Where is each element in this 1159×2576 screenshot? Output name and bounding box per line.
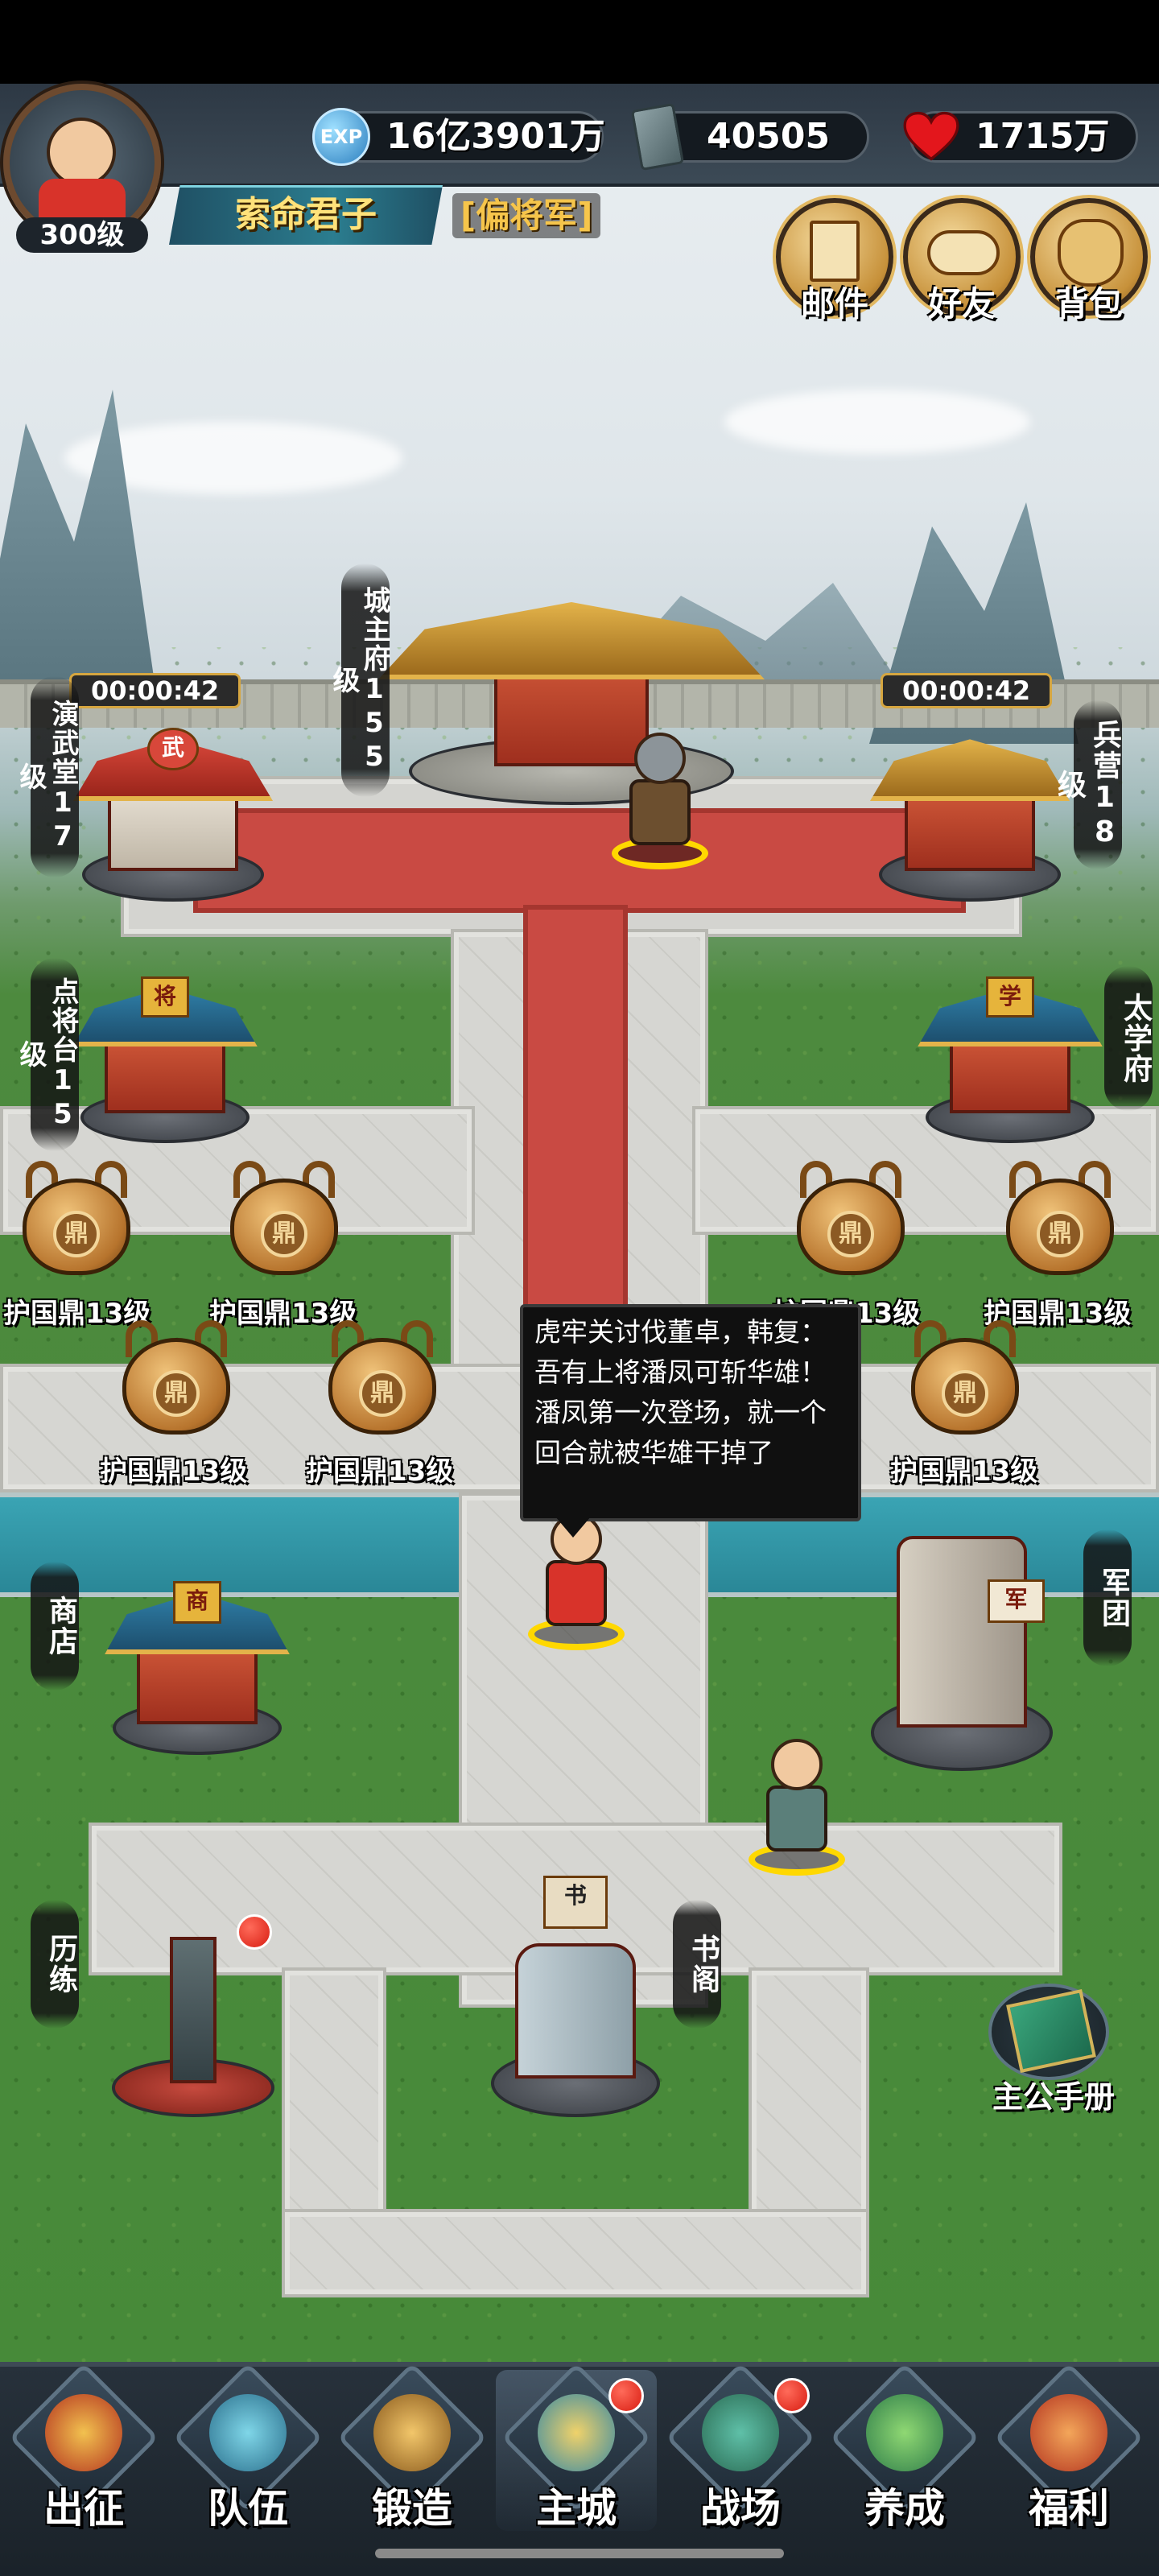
nav-forge[interactable]: 锻造	[332, 2362, 493, 2532]
ding-mark: 鼎	[261, 1211, 307, 1257]
guardian-ding-3[interactable]: 鼎	[782, 1151, 919, 1288]
player-name[interactable]: 索命君子	[169, 190, 443, 240]
library-plaque: 书	[543, 1876, 608, 1929]
academy-building[interactable]: 学	[909, 958, 1111, 1143]
guardian-ding-6[interactable]: 鼎	[314, 1311, 451, 1447]
home-indicator[interactable]	[375, 2549, 784, 2558]
ding-mark: 鼎	[942, 1370, 988, 1417]
legion-building[interactable]: 军	[853, 1497, 1070, 1771]
nav-label: 主城	[536, 2485, 617, 2532]
ding-mark: 鼎	[827, 1211, 874, 1257]
ding-mark: 鼎	[53, 1211, 100, 1257]
ding-label: 护国鼎13级	[306, 1455, 454, 1488]
pagoda-icon	[866, 2394, 943, 2471]
battle-drum-icon	[702, 2394, 779, 2471]
anvil-hammer-icon	[373, 2394, 451, 2471]
library-building[interactable]: 书	[475, 1876, 676, 2117]
nav-cultivate[interactable]: 养成	[824, 2362, 985, 2532]
handshake-icon	[927, 230, 1000, 275]
training-notification-dot	[237, 1914, 272, 1950]
avatar-face	[47, 118, 116, 187]
nav-label: 福利	[1029, 2485, 1109, 2532]
mail-label: 邮件	[800, 284, 868, 324]
library-label: 书阁	[673, 1900, 721, 2029]
guardian-ding-5[interactable]: 鼎	[108, 1311, 245, 1447]
nav-label: 锻造	[372, 2485, 452, 2532]
crossed-swords-icon	[45, 2394, 122, 2471]
building-body	[897, 1535, 1027, 1728]
legion-plaque: 军	[988, 1579, 1045, 1624]
barracks-timer: 00:00:42	[881, 673, 1053, 708]
guardian-ding-1[interactable]: 鼎	[8, 1151, 145, 1288]
bag-label: 背包	[1054, 284, 1123, 324]
guardian-ding-7[interactable]: 鼎	[897, 1311, 1033, 1447]
exp-icon: EXP	[312, 108, 370, 166]
martial-hall-building[interactable]: 武	[64, 708, 282, 902]
ding-label: 护国鼎13级	[890, 1455, 1038, 1488]
barracks-label: 兵营18级	[1053, 700, 1122, 869]
legion-label: 军团	[1083, 1530, 1132, 1666]
shop-label: 商店	[31, 1562, 79, 1690]
friends-label: 好友	[927, 284, 996, 324]
shop-plaque: 商	[173, 1581, 221, 1624]
lord-manual-label: 主公手册	[992, 2079, 1115, 2115]
general-stage-plaque: 将	[141, 976, 189, 1018]
exp-value: 16亿3901万	[386, 116, 605, 157]
heart-icon	[903, 111, 959, 161]
general-stage-label: 点将台15级	[14, 958, 79, 1151]
barracks-building[interactable]	[861, 708, 1079, 902]
academy-plaque: 学	[986, 976, 1034, 1018]
nav-label: 战场	[700, 2485, 781, 2532]
ding-mark: 鼎	[1037, 1211, 1083, 1257]
main-city-notification-dot	[608, 2378, 644, 2413]
gift-palace-icon	[1030, 2394, 1107, 2471]
nav-label: 养成	[864, 2485, 945, 2532]
cloud	[724, 390, 1030, 454]
player-rank: [偏将军]	[452, 193, 601, 238]
general-stage-building[interactable]: 将	[64, 958, 266, 1143]
battlefield-notification-dot	[774, 2378, 810, 2413]
ding-label: 护国鼎13级	[100, 1455, 248, 1488]
nav-label: 出征	[43, 2485, 124, 2532]
nav-label: 队伍	[208, 2485, 288, 2532]
castle-icon	[538, 2394, 615, 2471]
building-roof	[869, 739, 1070, 802]
martial-hall-plaque: 武	[146, 728, 200, 770]
building-body	[170, 1937, 217, 2084]
building-body	[515, 1943, 636, 2079]
ding-mark: 鼎	[153, 1370, 200, 1417]
npc-helmet	[634, 733, 686, 784]
jade-value: 40505	[707, 116, 831, 157]
npc-head	[771, 1739, 823, 1790]
mail-icon	[810, 221, 860, 282]
city-hall-label: 城主府155级	[328, 564, 390, 797]
porter-npc[interactable]	[749, 1739, 845, 1876]
building-roof	[378, 602, 765, 679]
player-torso	[546, 1560, 607, 1626]
speech-bubble-tail	[555, 1517, 591, 1538]
road-bottom	[282, 2209, 869, 2297]
player-level: 300级	[16, 217, 148, 253]
martial-hall-label: 演武堂17级	[14, 676, 79, 877]
nav-welfare[interactable]: 福利	[988, 2362, 1149, 2532]
npc-torso	[766, 1785, 827, 1852]
hp-value: 1715万	[975, 116, 1110, 157]
armored-soldier-npc[interactable]	[612, 733, 708, 869]
guardian-ding-2[interactable]: 鼎	[216, 1151, 353, 1288]
shop-building[interactable]: 商	[97, 1562, 298, 1755]
npc-torso	[629, 779, 691, 845]
device-status-bar	[0, 0, 1159, 84]
nav-team[interactable]: 队伍	[167, 2362, 328, 2532]
martial-hall-timer: 00:00:42	[69, 673, 241, 708]
ding-mark: 鼎	[359, 1370, 406, 1417]
guardian-ding-4[interactable]: 鼎	[992, 1151, 1128, 1288]
game-root: 城主府155级 00:00:42 武 演武堂17级 00:00:42 兵营18级…	[0, 0, 1159, 2576]
red-carpet-horizontal	[193, 808, 966, 913]
academy-label: 太学府	[1104, 966, 1153, 1111]
npc-speech-bubble: 虎牢关讨伐董卓，韩复：吾有上将潘凤可斩华雄！潘凤第一次登场，就一个回合就被华雄干…	[520, 1304, 861, 1521]
nav-expedition[interactable]: 出征	[3, 2362, 164, 2532]
training-label: 历练	[31, 1900, 79, 2029]
helmet-icon	[209, 2394, 287, 2471]
